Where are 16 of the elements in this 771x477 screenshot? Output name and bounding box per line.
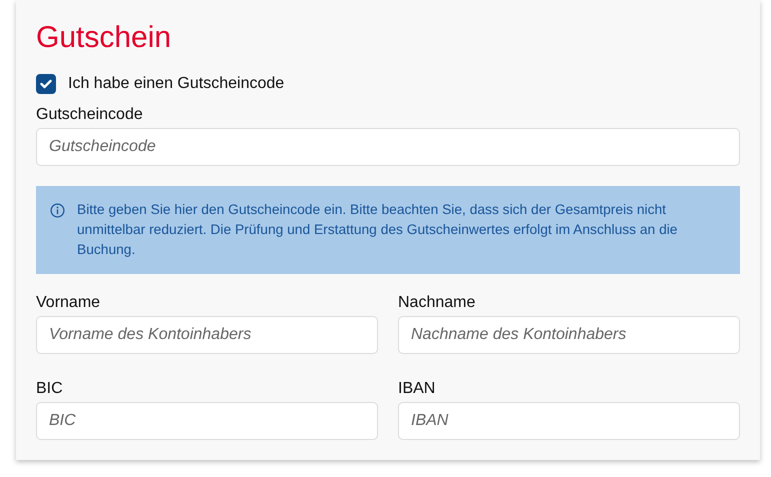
input-field[interactable]: Nachname des Kontoinhabers	[398, 316, 740, 354]
field-label: Gutscheincode	[36, 106, 144, 124]
field-label: IBAN	[398, 380, 436, 398]
input-field[interactable]: BIC	[36, 402, 378, 440]
info-icon	[50, 203, 65, 218]
field-label: Nachname	[398, 294, 476, 312]
checkbox-label: Ich habe einen Gutscheincode	[68, 75, 284, 93]
info-text: Bitte geben Sie hier den Gutscheincode ein. Bitte beachten Sie, dass sich der Gesamtpreis nicht unmittelbar reduziert. Die Prüfung und Erstattung des Gutscheinwertes erfolgt im Anschluss an die Buchung.	[77, 201, 678, 259]
field-label: Vorname	[36, 294, 102, 312]
input-field[interactable]: Vorname des Kontoinhabers	[36, 316, 378, 354]
field-label: BIC	[36, 380, 64, 398]
input-field[interactable]: IBAN	[398, 402, 740, 440]
voucher-code-field[interactable]: Gutscheincode	[36, 128, 740, 166]
check-icon	[40, 79, 52, 89]
section-title: Gutschein	[36, 20, 172, 56]
checkbox[interactable]	[36, 74, 56, 94]
